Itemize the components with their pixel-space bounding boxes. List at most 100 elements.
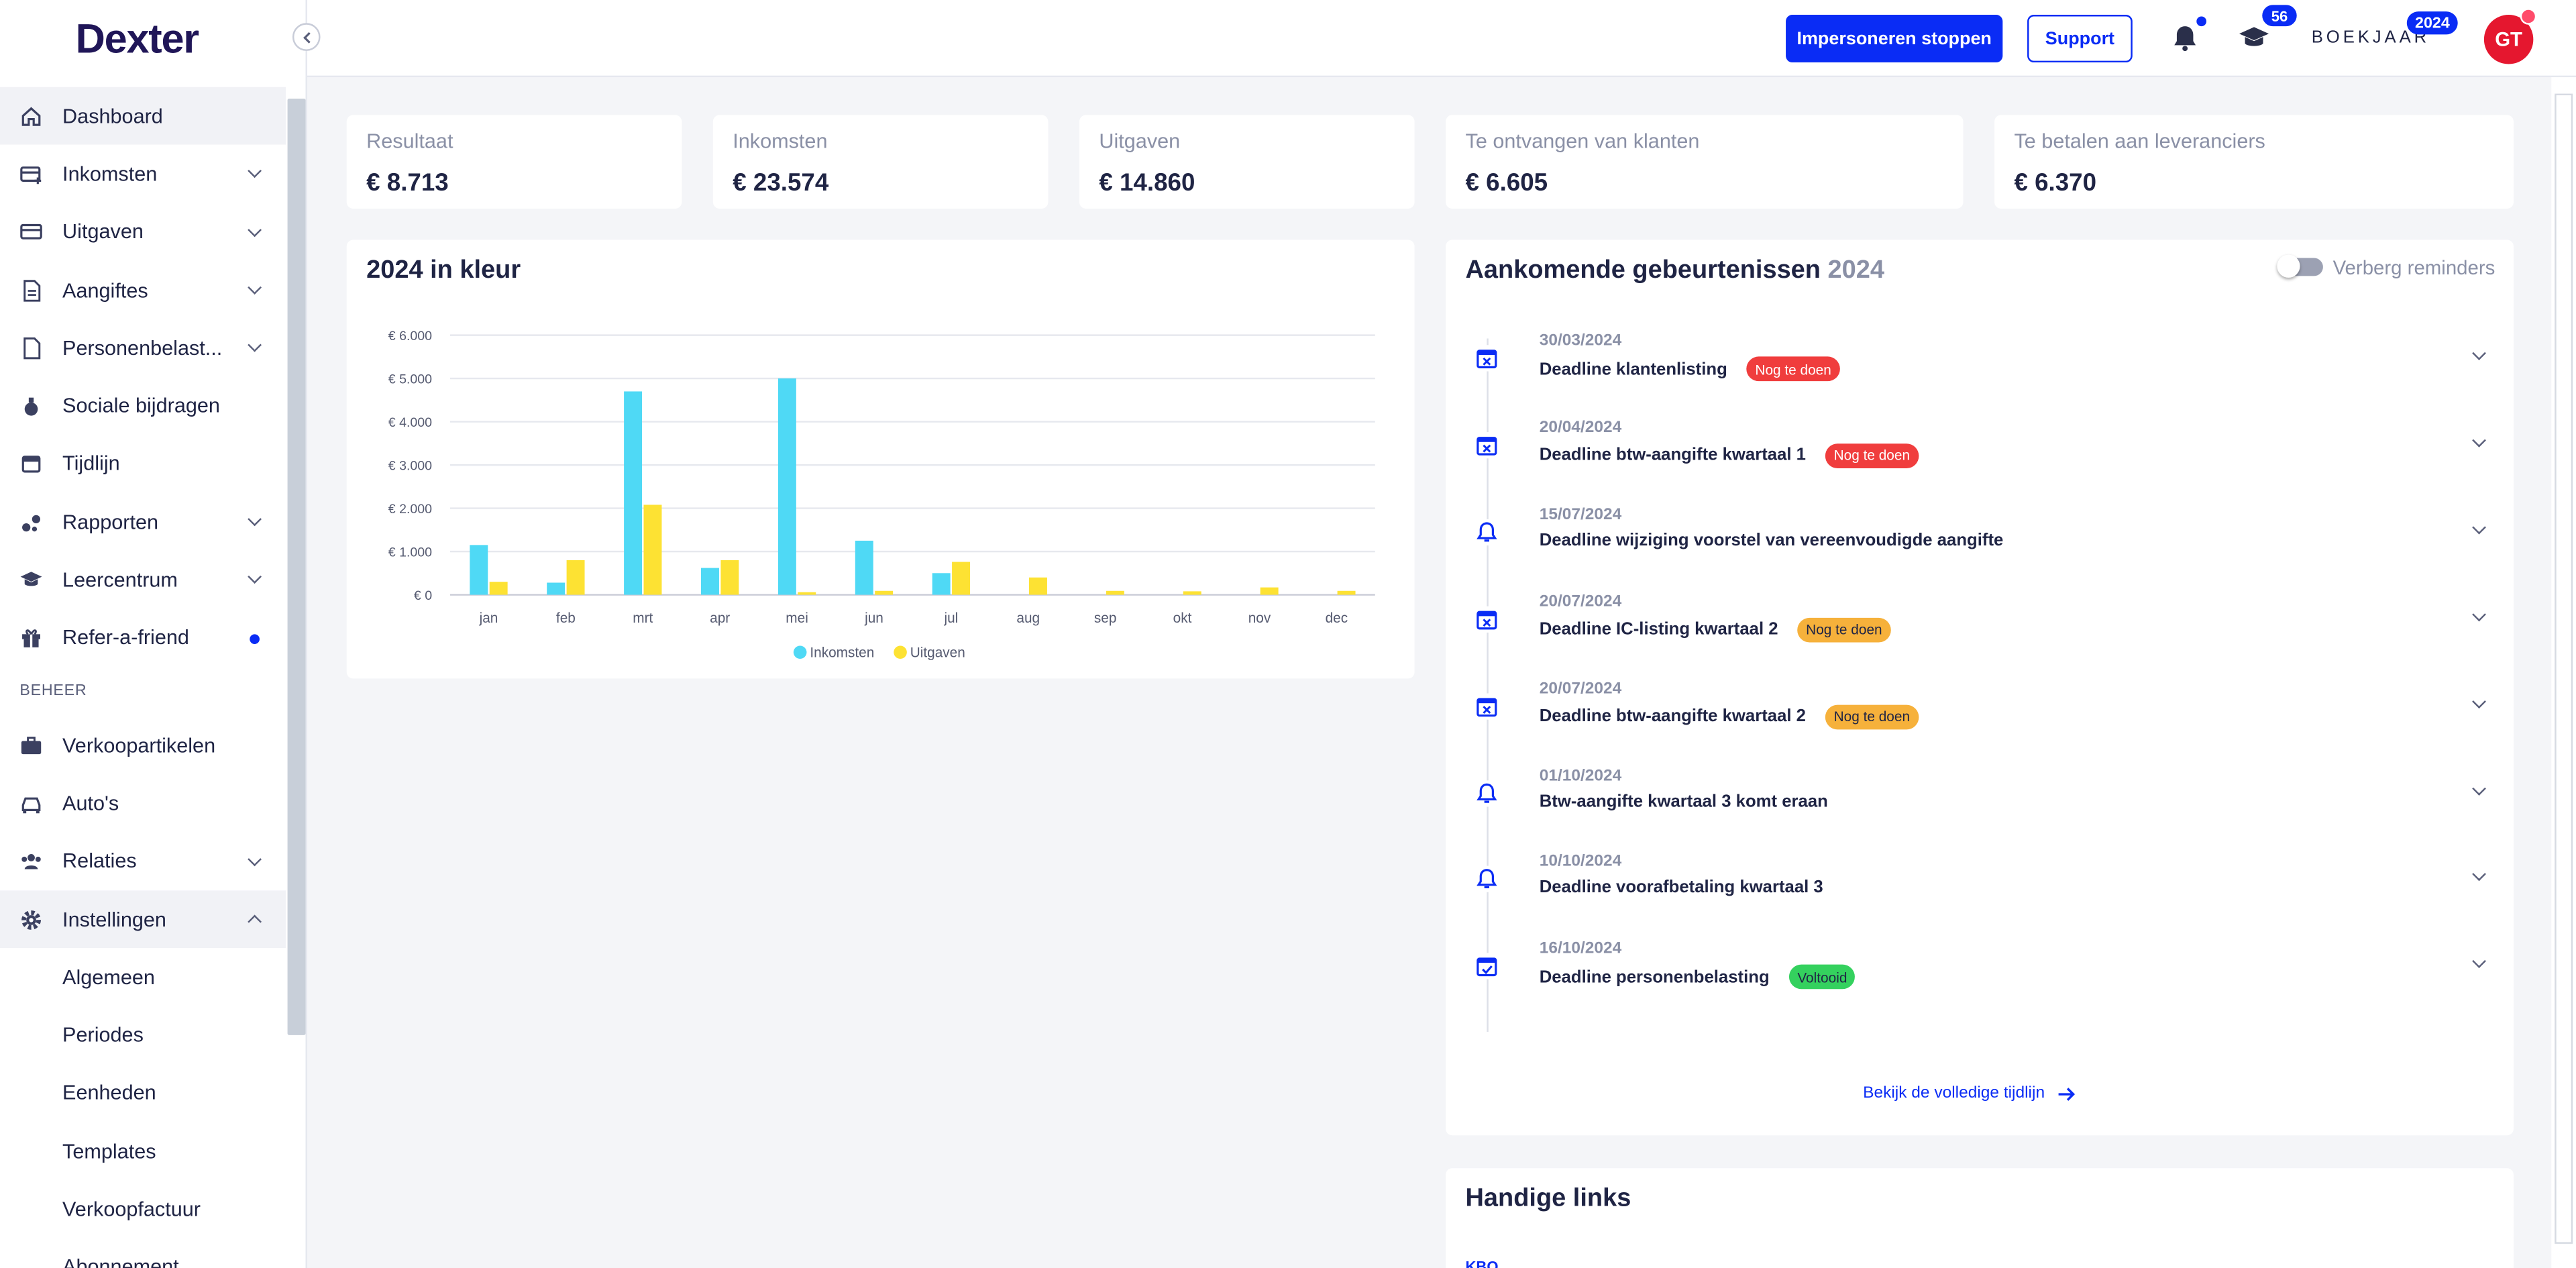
sidebar-item-tijdlijn[interactable]: Tijdlijn [0, 435, 286, 492]
kpi-card-resultaat: Resultaat € 8.713 [346, 115, 682, 209]
sidebar-item-label: Refer-a-friend [62, 626, 189, 650]
expand-chevron-icon[interactable] [2472, 867, 2486, 882]
y-tick-label: € 3.000 [388, 458, 432, 473]
graduation-cap-icon [19, 568, 42, 591]
sidebar-subitem-abonnement[interactable]: Abonnement [0, 1238, 286, 1268]
sidebar-item-refer-a-friend[interactable]: Refer-a-friend [0, 609, 286, 667]
timeline-event[interactable]: 01/10/2024 Btw-aangifte kwartaal 3 komt e… [1446, 766, 2517, 853]
chevron-down-icon [248, 512, 262, 527]
support-button[interactable]: Support [2027, 15, 2133, 63]
hide-reminders-toggle[interactable] [2277, 254, 2323, 278]
timeline-event[interactable]: 20/07/2024 Deadline btw-aangifte kwartaal… [1446, 680, 2517, 767]
y-tick-label: € 0 [414, 588, 432, 603]
sidebar-item-aangiftes[interactable]: Aangiftes [0, 261, 286, 319]
event-title-text: Deadline klantenlisting [1539, 359, 1727, 379]
year-badge[interactable]: 2024 [2406, 11, 2459, 35]
sidebar-subitem-eenheden[interactable]: Eenheden [0, 1064, 286, 1122]
timeline-event[interactable]: 16/10/2024 Deadline personenbelasting Volt… [1446, 941, 2517, 1028]
calendar-check-icon [1473, 953, 1500, 980]
event-date: 20/04/2024 [1539, 419, 1622, 437]
timeline-event[interactable]: 20/04/2024 Deadline btw-aangifte kwartaal… [1446, 419, 2517, 506]
event-date: 15/07/2024 [1539, 505, 1622, 524]
timeline-event[interactable]: 10/10/2024 Deadline voorafbetaling kwarta… [1446, 853, 2517, 941]
main-scrollbar-thumb[interactable] [2555, 93, 2573, 1244]
collapse-sidebar-button[interactable] [292, 23, 321, 51]
avatar-status-dot [2520, 8, 2537, 25]
legend-label-inkomsten: Inkomsten [810, 645, 874, 661]
sidebar-item-dashboard[interactable]: Dashboard [0, 87, 286, 146]
timeline-event[interactable]: 30/03/2024 Deadline klantenlisting Nog te … [1446, 332, 2517, 419]
legend-label-uitgaven: Uitgaven [910, 645, 965, 661]
impersonate-stop-button[interactable]: Impersoneren stoppen [1786, 15, 2003, 63]
dexter-logo[interactable]: Dexter [76, 13, 199, 66]
event-title-text: Deadline btw-aangifte kwartaal 2 [1539, 706, 1806, 727]
sidebar-subitem-periodes[interactable]: Periodes [0, 1006, 286, 1064]
bar-uitgaven-jan [489, 582, 508, 595]
sidebar-subitem-templates[interactable]: Templates [0, 1122, 286, 1180]
sidebar-subitem-verkoopfactuur[interactable]: Verkoopfactuur [0, 1180, 286, 1238]
y-tick-label: € 1.000 [388, 545, 432, 560]
event-date: 01/10/2024 [1539, 766, 1622, 785]
sidebar-item-autos[interactable]: Auto's [0, 774, 286, 832]
kpi-label: Resultaat [366, 129, 453, 153]
kpi-card-uitgaven: Uitgaven € 14.860 [1079, 115, 1415, 209]
bar-uitgaven-sep [1106, 590, 1124, 595]
sidebar-item-label: Instellingen [62, 908, 166, 931]
bar-uitgaven-nov [1260, 587, 1279, 595]
sidebar-item-label: Leercentrum [62, 568, 178, 592]
document-icon [19, 278, 42, 301]
legend-swatch-uitgaven [894, 645, 907, 659]
expand-chevron-icon[interactable] [2472, 520, 2486, 535]
sidebar-item-label: Rapporten [62, 510, 159, 534]
kbo-link[interactable]: KBO [1466, 1259, 1499, 1268]
y-tick-label: € 5.000 [388, 372, 432, 386]
timeline-event[interactable]: 20/07/2024 Deadline IC-listing kwartaal 2… [1446, 592, 2517, 680]
status-badge: Nog te doen [1825, 704, 1919, 729]
full-timeline-link[interactable]: Bekijk de volledige tijdlijn [1863, 1084, 2076, 1102]
money-bag-icon [19, 394, 42, 417]
learning-center-icon[interactable] [2238, 23, 2271, 52]
legend-swatch-inkomsten [793, 645, 807, 659]
sidebar-item-instellingen[interactable]: Instellingen [0, 890, 286, 949]
bar-uitgaven-dec [1337, 590, 1356, 595]
chevron-down-icon [248, 280, 262, 295]
sidebar-scrollbar-thumb[interactable] [287, 98, 306, 1035]
app-root: Dexter Dashboard Inkomsten Uitgaven Aang… [0, 0, 2576, 1268]
timeline-event[interactable]: 15/07/2024 Deadline wijziging voorstel va… [1446, 506, 2517, 593]
expand-chevron-icon[interactable] [2472, 780, 2486, 795]
main-scrollbar[interactable] [2551, 77, 2576, 1268]
expand-chevron-icon[interactable] [2472, 955, 2486, 969]
x-tick-label: jun [864, 611, 883, 626]
expand-chevron-icon[interactable] [2472, 694, 2486, 708]
chevron-down-icon [248, 570, 262, 584]
x-tick-label: sep [1094, 611, 1117, 626]
kpi-value: € 6.605 [1465, 169, 1548, 197]
gear-icon [19, 908, 42, 931]
notifications-bell-icon[interactable] [2170, 23, 2200, 52]
event-title: Deadline klantenlisting Nog te doen [1539, 356, 1840, 382]
sidebar-item-leercentrum[interactable]: Leercentrum [0, 551, 286, 609]
sidebar-item-personenbelasting[interactable]: Personenbelast... [0, 319, 286, 377]
kpi-value: € 6.370 [2014, 169, 2097, 197]
sidebar-item-verkoopartikelen[interactable]: Verkoopartikelen [0, 717, 286, 774]
expand-chevron-icon[interactable] [2472, 606, 2486, 621]
expand-chevron-icon[interactable] [2472, 433, 2486, 447]
links-card: Handige links KBO [1446, 1168, 2514, 1268]
sidebar-item-uitgaven[interactable]: Uitgaven [0, 203, 286, 261]
bar-inkomsten-jan [470, 545, 488, 595]
x-tick-label: nov [1248, 611, 1271, 626]
x-tick-label: jan [479, 611, 498, 626]
bell-icon [1473, 780, 1500, 806]
topbar: Impersoneren stoppen Support 56 BOEKJAAR… [307, 0, 2576, 78]
kpi-card-te-betalen: Te betalen aan leveranciers € 6.370 [1994, 115, 2514, 209]
expand-chevron-icon[interactable] [2472, 346, 2486, 360]
sidebar-item-label: Verkoopartikelen [62, 733, 216, 757]
y-tick-label: € 6.000 [388, 329, 432, 344]
hide-reminders-label: Verberg reminders [2332, 256, 2496, 280]
sidebar-item-relaties[interactable]: Relaties [0, 833, 286, 890]
sidebar-item-inkomsten[interactable]: Inkomsten [0, 145, 286, 203]
sidebar-item-label: Dashboard [62, 104, 163, 128]
sidebar-subitem-algemeen[interactable]: Algemeen [0, 948, 286, 1006]
sidebar-item-sociale-bijdragen[interactable]: Sociale bijdragen [0, 377, 286, 435]
sidebar-item-rapporten[interactable]: Rapporten [0, 493, 286, 551]
